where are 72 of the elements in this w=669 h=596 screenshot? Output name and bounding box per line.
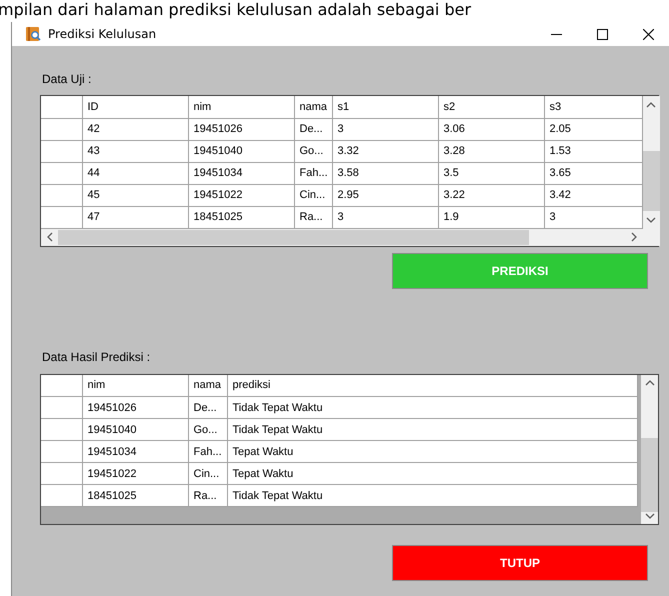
column-header[interactable]: nim — [188, 96, 294, 118]
maximize-icon[interactable] — [596, 28, 608, 40]
window-title: Prediksi Kelulusan — [48, 27, 156, 41]
table-cell: 42 — [82, 118, 188, 140]
horizontal-scrollbar[interactable] — [41, 228, 642, 246]
table-cell: 19451026 — [82, 396, 188, 418]
data-grid[interactable]: ID nim nama s1 s2 s3 42 19451026 De... 3 3.06 2.05 43 19451040 Go... 3.32 3.28 1.53 44 19451034 Fah... 3.58 3.5 3.65 45 19451022 Cin... 2.95 3.22 3.42 47 18451025 Ra... 3 1.9 3 — [40, 95, 659, 246]
table-cell: Cin... — [294, 184, 332, 206]
table-cell: De... — [188, 396, 227, 418]
table-cell: Cin... — [188, 462, 227, 484]
table-cell: 1.53 — [544, 140, 642, 162]
table-cell: Tidak Tepat Waktu — [227, 418, 637, 440]
table-cell: 19451022 — [82, 462, 188, 484]
table-cell: 3.58 — [332, 162, 438, 184]
table-cell: De... — [294, 118, 332, 140]
column-header[interactable]: s1 — [332, 96, 438, 118]
scroll-down-icon[interactable] — [644, 512, 654, 518]
table-cell: 19451040 — [188, 140, 294, 162]
table-cell: 3 — [544, 206, 642, 228]
scroll-right-icon[interactable] — [631, 232, 637, 242]
table-cell: 2.05 — [544, 118, 642, 140]
table-cell: 44 — [82, 162, 188, 184]
scroll-up-icon[interactable] — [646, 102, 656, 108]
scroll-down-icon[interactable] — [646, 217, 656, 223]
close-button[interactable]: TUTUP — [392, 545, 648, 581]
table-cell: 3.5 — [438, 162, 544, 184]
column-header[interactable]: prediksi — [227, 374, 637, 396]
column-header[interactable]: nama — [294, 96, 332, 118]
table-cell: Ra... — [294, 206, 332, 228]
table-cell: 3.06 — [438, 118, 544, 140]
table-cell: 19451022 — [188, 184, 294, 206]
table-cell: Ra... — [188, 484, 227, 506]
table-cell: 19451040 — [82, 418, 188, 440]
table-cell: 3.22 — [438, 184, 544, 206]
table-cell: 3.28 — [438, 140, 544, 162]
column-header[interactable]: nama — [188, 374, 227, 396]
data-grid[interactable]: nim nama prediksi 19451026 De... Tidak Tepat Waktu 19451040 Go... Tidak Tepat Waktu 19451034 Fah... Tepat Waktu 19451022 Cin... Tepat Waktu 18451025 Ra... Tidak Tepat Waktu — [40, 374, 659, 525]
table-cell: 1.9 — [438, 206, 544, 228]
table-cell: Fah... — [294, 162, 332, 184]
table-cell: Tidak Tepat Waktu — [227, 484, 637, 506]
table-cell: Tepat Waktu — [227, 462, 637, 484]
table-cell: 3.65 — [544, 162, 642, 184]
table-cell: 19451034 — [188, 162, 294, 184]
section-label: Data Uji : — [42, 72, 92, 86]
column-header[interactable]: s2 — [438, 96, 544, 118]
scroll-left-icon[interactable] — [46, 232, 52, 242]
table-cell: Fah... — [188, 440, 227, 462]
section-label: Data Hasil Prediksi : — [42, 350, 150, 364]
vertical-scrollbar[interactable] — [641, 374, 658, 524]
table-cell: 19451026 — [188, 118, 294, 140]
table-cell: Tidak Tepat Waktu — [227, 396, 637, 418]
table-cell: Go... — [188, 418, 227, 440]
column-header[interactable]: ID — [82, 96, 188, 118]
table-cell: Tepat Waktu — [227, 440, 637, 462]
table-cell: 18451025 — [82, 484, 188, 506]
column-header[interactable]: nim — [82, 374, 188, 396]
close-icon[interactable] — [642, 28, 654, 40]
table-cell: 18451025 — [188, 206, 294, 228]
column-header[interactable]: s3 — [544, 96, 642, 118]
app-icon — [25, 26, 41, 42]
scroll-up-icon[interactable] — [644, 380, 654, 386]
table-cell: Go... — [294, 140, 332, 162]
vertical-scrollbar[interactable] — [642, 96, 660, 228]
table-cell: 43 — [82, 140, 188, 162]
table-cell: 3 — [332, 118, 438, 140]
table-cell: 3.42 — [544, 184, 642, 206]
table-cell: 47 — [82, 206, 188, 228]
table-cell: 19451034 — [82, 440, 188, 462]
table-cell: 2.95 — [332, 184, 438, 206]
table-cell: 3 — [332, 206, 438, 228]
table-cell: 3.32 — [332, 140, 438, 162]
table-cell: 45 — [82, 184, 188, 206]
